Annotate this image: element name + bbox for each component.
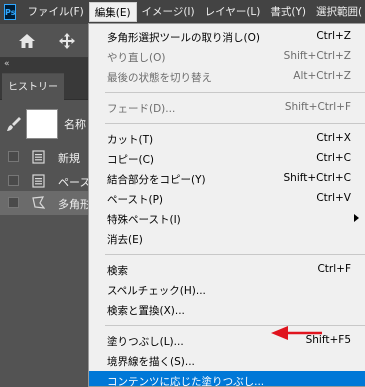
menu-select[interactable]: 選択範囲( — [311, 2, 365, 22]
menu-item-spell-check[interactable]: スペルチェック(H)... — [89, 280, 365, 300]
submenu-arrow-icon — [354, 214, 359, 222]
home-icon[interactable] — [18, 32, 36, 50]
panel-tab-row: ヒストリー — [0, 70, 92, 100]
menu-item-search[interactable]: 検索 Ctrl+F — [89, 260, 365, 280]
menu-item-shortcut: Ctrl+V — [316, 192, 351, 204]
menu-item-copy[interactable]: コピー(C) Ctrl+C — [89, 149, 365, 169]
snapshot-name: 名称 — [64, 118, 86, 131]
history-snapshot[interactable]: 名称 — [0, 106, 92, 142]
menu-item-content-aware-fill[interactable]: コンテンツに応じた塗りつぶし... — [89, 371, 365, 387]
menu-item-label: ペースト(P) — [107, 194, 163, 206]
history-checkbox[interactable] — [8, 175, 19, 186]
menu-item-clear[interactable]: 消去(E) — [89, 229, 365, 249]
menu-item-label: 消去(E) — [107, 234, 143, 246]
history-brush-icon[interactable] — [6, 116, 22, 132]
history-state-row-selected[interactable]: 多角形 — [0, 191, 92, 215]
menu-item-label: 結合部分をコピー(Y) — [107, 174, 206, 186]
menu-item-label: コピー(C) — [107, 154, 155, 166]
menu-item-copy-merged[interactable]: 結合部分をコピー(Y) Shift+Ctrl+C — [89, 169, 365, 189]
menu-item-label: 多角形選択ツールの取り消し(O) — [107, 32, 260, 44]
menu-separator — [89, 249, 365, 260]
menu-item-shortcut: Shift+Ctrl+C — [283, 172, 351, 184]
menu-item-label: 検索と置換(X)... — [107, 305, 185, 317]
menu-image[interactable]: イメージ(I) — [137, 2, 200, 22]
menu-item-label: 検索 — [107, 265, 128, 277]
menu-edit[interactable]: 編集(E) — [88, 2, 137, 22]
menu-type[interactable]: 書式(Y) — [265, 2, 311, 22]
snapshot-thumbnail[interactable] — [26, 109, 58, 139]
menu-item-label: 境界線を描く(S)... — [107, 356, 195, 368]
menu-item-label: 最後の状態を切り替え — [107, 72, 212, 84]
document-icon — [32, 174, 45, 188]
menu-item-toggle-last-state[interactable]: 最後の状態を切り替え Alt+Ctrl+Z — [89, 67, 365, 87]
menu-item-label: コンテンツに応じた塗りつぶし... — [107, 376, 265, 387]
history-state-label: 新規 — [58, 152, 80, 165]
menu-item-find-replace[interactable]: 検索と置換(X)... — [89, 300, 365, 320]
history-state-row[interactable]: ペース — [0, 169, 92, 193]
options-bar — [0, 24, 92, 58]
menu-separator — [89, 118, 365, 129]
menu-item-stroke[interactable]: 境界線を描く(S)... — [89, 351, 365, 371]
menu-layer[interactable]: レイヤー(L) — [200, 2, 266, 22]
menu-item-label: スペルチェック(H)... — [107, 285, 206, 297]
menu-item-shortcut: Ctrl+X — [316, 132, 351, 144]
menu-item-shortcut: Shift+Ctrl+F — [284, 101, 351, 113]
history-state-row[interactable]: 新規 — [0, 145, 92, 169]
menu-item-cut[interactable]: カット(T) Ctrl+X — [89, 129, 365, 149]
menu-item-redo[interactable]: やり直し(O) Shift+Ctrl+Z — [89, 47, 365, 67]
move-icon[interactable] — [58, 32, 76, 50]
history-state-label: 多角形 — [58, 198, 91, 211]
menu-item-shortcut: Ctrl+C — [316, 152, 351, 164]
history-checkbox[interactable] — [8, 197, 19, 208]
menu-item-shortcut: Ctrl+Z — [316, 30, 351, 42]
menu-file[interactable]: ファイル(F) — [22, 2, 88, 22]
menu-item-label: 特殊ペースト(I) — [107, 214, 181, 226]
menu-item-shortcut: Alt+Ctrl+Z — [293, 70, 351, 82]
history-panel-body — [0, 100, 92, 387]
menu-item-paste-special[interactable]: 特殊ペースト(I) — [89, 209, 365, 229]
menu-item-label: フェード(D)... — [107, 103, 176, 115]
history-state-label: ペース — [58, 176, 91, 189]
photoshop-logo[interactable]: Ps — [4, 4, 17, 20]
document-icon — [32, 150, 45, 164]
polygonal-lasso-icon — [32, 196, 45, 209]
panel-collapse-bar[interactable]: « — [0, 58, 92, 70]
menu-bar: Ps ファイル(F) 編集(E) イメージ(I) レイヤー(L) 書式(Y) 選… — [0, 0, 365, 24]
menu-item-paste[interactable]: ペースト(P) Ctrl+V — [89, 189, 365, 209]
menu-separator — [89, 87, 365, 98]
annotation-arrow-icon — [271, 326, 322, 340]
menu-item-undo[interactable]: 多角形選択ツールの取り消し(O) Ctrl+Z — [89, 27, 365, 47]
menu-item-shortcut: Ctrl+F — [317, 263, 351, 275]
menu-item-label: やり直し(O) — [107, 52, 166, 64]
menu-item-fade[interactable]: フェード(D)... Shift+Ctrl+F — [89, 98, 365, 118]
history-checkbox[interactable] — [8, 151, 19, 162]
tab-history[interactable]: ヒストリー — [2, 73, 64, 100]
menu-item-shortcut: Shift+Ctrl+Z — [283, 50, 351, 62]
menu-item-label: カット(T) — [107, 134, 154, 146]
menu-item-label: 塗りつぶし(L)... — [107, 336, 184, 348]
